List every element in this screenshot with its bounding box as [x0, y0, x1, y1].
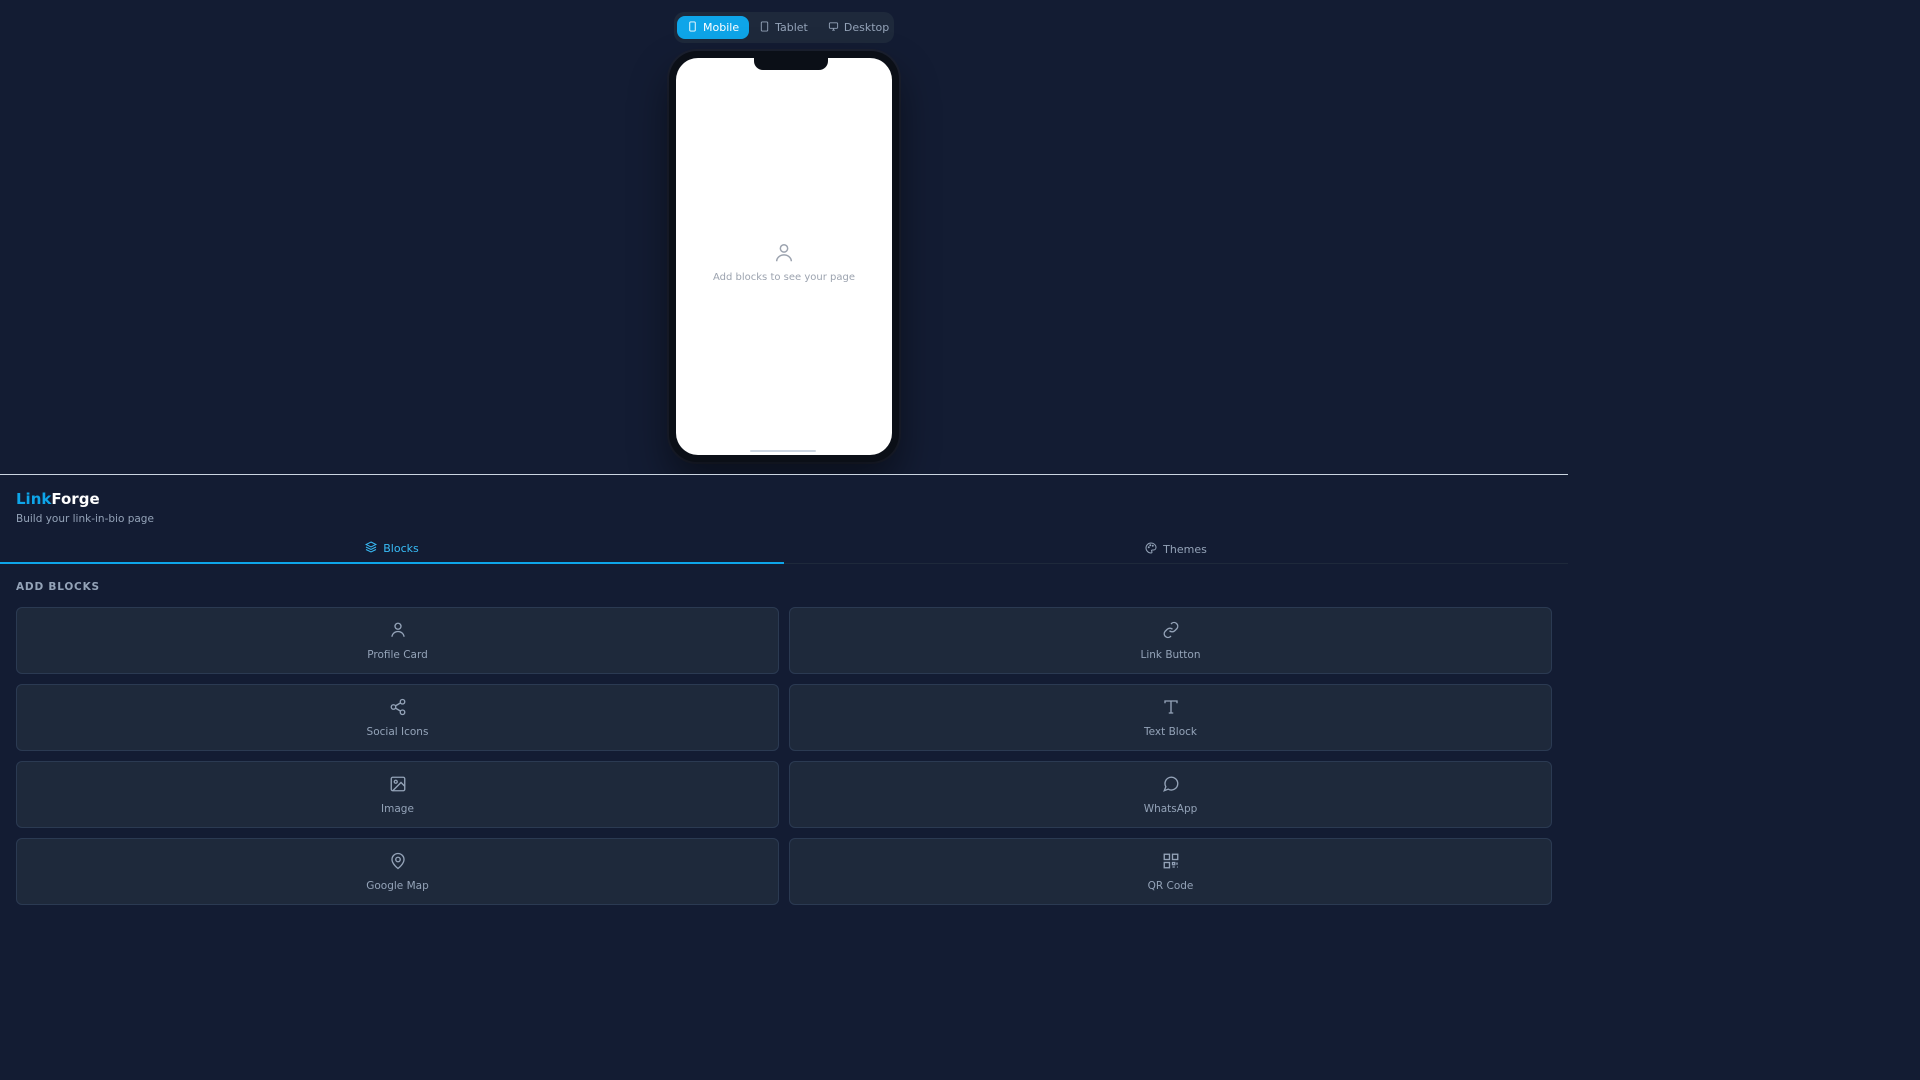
share-icon: [389, 698, 407, 720]
phone-screen: Add blocks to see your page: [676, 58, 892, 455]
home-indicator: [750, 450, 816, 452]
tab-themes[interactable]: Themes: [784, 535, 1568, 564]
tab-bar: Blocks Themes: [0, 535, 1568, 564]
brand-name-rest: Forge: [51, 490, 100, 508]
tab-blocks[interactable]: Blocks: [0, 535, 784, 564]
qr-code-icon: [1162, 852, 1180, 874]
block-label: Text Block: [1144, 725, 1197, 738]
brand-tagline: Build your link-in-bio page: [16, 513, 154, 525]
block-label: Image: [381, 802, 414, 815]
link-icon: [1162, 621, 1180, 643]
add-link-button-button[interactable]: Link Button: [789, 607, 1552, 674]
empty-state: Add blocks to see your page: [676, 242, 892, 283]
user-icon: [389, 621, 407, 643]
add-profile-card-button[interactable]: Profile Card: [16, 607, 779, 674]
device-desktop-label: Desktop: [843, 21, 890, 34]
block-label: Google Map: [366, 879, 429, 892]
add-whatsapp-button[interactable]: WhatsApp: [789, 761, 1552, 828]
empty-state-text: Add blocks to see your page: [712, 272, 855, 283]
image-icon: [389, 775, 407, 797]
type-icon: [1162, 698, 1180, 720]
phone-notch: [754, 58, 828, 70]
add-blocks-heading: ADD BLOCKS: [16, 581, 100, 593]
brand-name-accent: Link: [16, 490, 52, 508]
map-pin-icon: [389, 852, 407, 874]
add-text-block-button[interactable]: Text Block: [789, 684, 1552, 751]
block-label: WhatsApp: [1143, 802, 1198, 815]
device-tablet-label: Tablet: [775, 21, 808, 34]
monitor-icon: [828, 21, 839, 35]
add-image-button[interactable]: Image: [16, 761, 779, 828]
smartphone-icon: [687, 20, 698, 35]
device-mobile-label: Mobile: [703, 21, 740, 34]
add-qr-code-button[interactable]: QR Code: [789, 838, 1552, 905]
preview-area: Mobile Tablet Desktop Add blocks to see …: [0, 0, 1568, 474]
user-icon: [773, 244, 795, 268]
phone-frame: Add blocks to see your page: [669, 51, 899, 462]
blocks-grid: Profile Card Link Button Social Icons Te…: [16, 607, 1552, 905]
add-social-icons-button[interactable]: Social Icons: [16, 684, 779, 751]
device-tablet-button[interactable]: Tablet: [749, 16, 818, 39]
device-switcher: Mobile Tablet Desktop: [674, 12, 894, 43]
layers-icon: [365, 541, 378, 556]
block-label: Link Button: [1140, 648, 1201, 661]
device-desktop-button[interactable]: Desktop: [818, 16, 899, 39]
tablet-icon: [759, 20, 770, 35]
block-label: Social Icons: [366, 725, 429, 738]
brand-logo: LinkForge: [16, 490, 100, 508]
message-circle-icon: [1162, 775, 1180, 797]
palette-icon: [1145, 542, 1157, 557]
tab-themes-label: Themes: [1163, 543, 1207, 556]
block-label: QR Code: [1147, 879, 1194, 892]
add-google-map-button[interactable]: Google Map: [16, 838, 779, 905]
editor-panel: LinkForge Build your link-in-bio page Bl…: [0, 475, 1568, 905]
block-label: Profile Card: [367, 648, 428, 661]
device-mobile-button[interactable]: Mobile: [677, 16, 750, 39]
tab-blocks-label: Blocks: [383, 542, 419, 555]
